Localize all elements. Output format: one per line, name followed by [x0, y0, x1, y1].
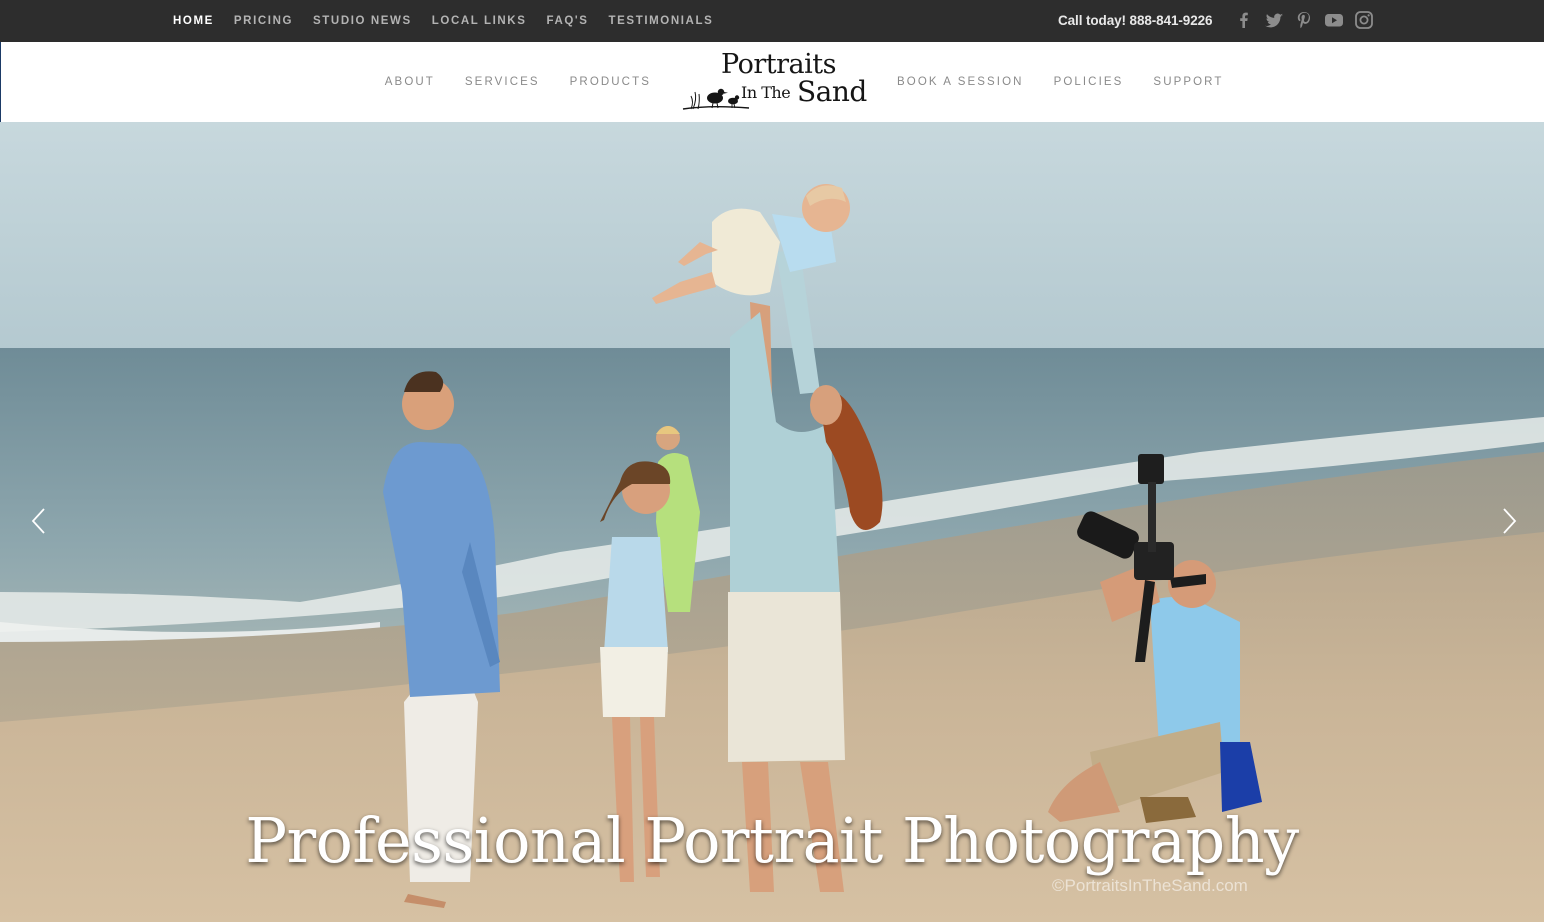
slider-next-arrow[interactable] [1494, 506, 1524, 536]
main-nav-right: BOOK A SESSION POLICIES SUPPORT [897, 42, 1254, 122]
chevron-right-icon [1503, 508, 1517, 534]
chevron-left-icon [31, 508, 45, 534]
facebook-icon[interactable] [1234, 10, 1254, 30]
sea-bird-logo-icon [682, 88, 750, 110]
hero-slider: Professional Portrait Photography ©Portr… [0, 122, 1544, 922]
top-nav-pricing[interactable]: PRICING [234, 15, 293, 27]
main-header: ABOUT SERVICES PRODUCTS Portraits In The… [0, 42, 1544, 122]
nav-book-a-session[interactable]: BOOK A SESSION [897, 76, 1024, 88]
top-nav-studio-news[interactable]: STUDIO NEWS [313, 15, 412, 27]
instagram-icon[interactable] [1354, 10, 1374, 30]
pinterest-icon[interactable] [1294, 10, 1314, 30]
top-nav: HOME PRICING STUDIO NEWS LOCAL LINKS FAQ… [173, 0, 733, 42]
hero-headline: Professional Portrait Photography [0, 804, 1544, 877]
top-nav-testimonials[interactable]: TESTIMONIALS [609, 15, 714, 27]
nav-services[interactable]: SERVICES [465, 76, 540, 88]
call-today-phone: Call today! 888-841-9226 [1058, 13, 1213, 28]
youtube-icon[interactable] [1324, 10, 1344, 30]
social-links [1234, 10, 1384, 30]
nav-products[interactable]: PRODUCTS [570, 76, 651, 88]
top-bar: HOME PRICING STUDIO NEWS LOCAL LINKS FAQ… [0, 0, 1544, 42]
hero-beach-family-photo [0, 122, 1544, 922]
nav-about[interactable]: ABOUT [385, 76, 435, 88]
main-nav-left: ABOUT SERVICES PRODUCTS [355, 42, 651, 122]
photo-watermark: ©PortraitsInTheSand.com [1052, 876, 1248, 895]
hero-headline-text: Professional Portrait Photography [245, 804, 1299, 877]
site-logo[interactable]: Portraits In The Sand [681, 48, 871, 116]
top-nav-faqs[interactable]: FAQ'S [546, 15, 588, 27]
slider-prev-arrow[interactable] [24, 506, 54, 536]
nav-support[interactable]: SUPPORT [1153, 76, 1223, 88]
twitter-icon[interactable] [1264, 10, 1284, 30]
top-nav-home[interactable]: HOME [173, 15, 214, 27]
top-nav-local-links[interactable]: LOCAL LINKS [432, 15, 527, 27]
nav-policies[interactable]: POLICIES [1054, 76, 1124, 88]
logo-line-sand: Sand [797, 75, 867, 108]
